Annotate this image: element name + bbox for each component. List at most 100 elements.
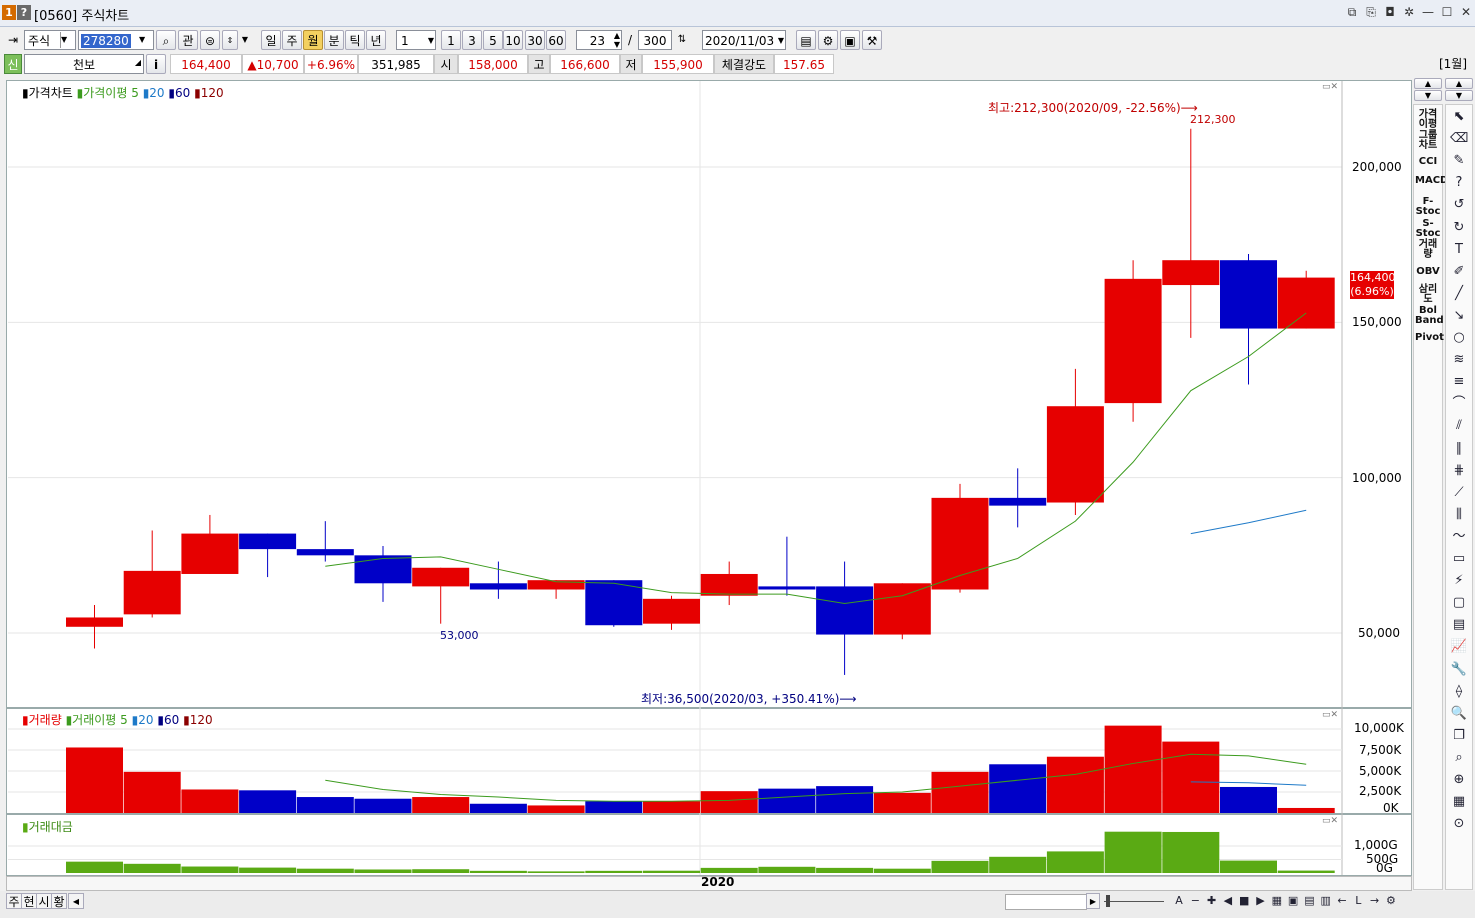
wave-icon[interactable]: 〜 [1450, 528, 1468, 546]
pane-controls-icon[interactable]: ▭✕ [1322, 710, 1338, 720]
indicator-macd[interactable]: MACD [1415, 176, 1448, 186]
indicator-f-stoc[interactable]: F-Stoc [1415, 197, 1441, 217]
stop-icon[interactable]: ■ [1235, 892, 1253, 910]
split-icon[interactable]: ⟠ [1450, 683, 1468, 701]
legend-ma5[interactable]: 5 [131, 86, 139, 100]
save-icon[interactable]: ▣ [1284, 892, 1302, 910]
legend-vma120[interactable]: 120 [190, 713, 213, 727]
frame-icon[interactable]: ▢ [1450, 594, 1468, 612]
tab-status[interactable]: 황 [51, 893, 67, 909]
amount-bar [527, 871, 585, 873]
legend-amount[interactable]: 거래대금 [29, 820, 73, 834]
volume-y-tick: 10,000K [1354, 721, 1404, 735]
indicator-bollinger[interactable]: Bol Band [1415, 306, 1444, 326]
y-tick: 150,000 [1352, 315, 1402, 329]
gann-icon[interactable]: ⋕ [1450, 462, 1468, 480]
zoom-out-icon[interactable]: − [1186, 892, 1204, 910]
zoom-icon[interactable]: 🔍 [1450, 705, 1468, 723]
legend-vma5[interactable]: 5 [120, 713, 128, 727]
legend-volume[interactable]: 거래량 [29, 713, 62, 727]
back-icon[interactable]: ← [1333, 892, 1351, 910]
scroll-left-icon[interactable]: ◀ [68, 893, 84, 909]
equal-line-icon[interactable]: ≡ [1450, 373, 1468, 391]
excel-icon[interactable]: ▦ [1268, 892, 1286, 910]
pen-icon[interactable]: ✐ [1450, 263, 1468, 281]
candle-up [412, 567, 470, 587]
undo-icon[interactable]: ↺ [1450, 196, 1468, 214]
volume-bar [354, 798, 412, 813]
search-icon[interactable]: ⊕ [1450, 771, 1468, 789]
zoom-slider[interactable] [1104, 893, 1164, 909]
zoom-in-icon[interactable]: ✚ [1203, 892, 1221, 910]
scroll-up-button[interactable]: ▲ ▼ [1414, 78, 1442, 102]
tab-market[interactable]: 시 [36, 893, 52, 909]
legend-vma60[interactable]: 60 [164, 713, 179, 727]
cursor-icon[interactable]: ⬉ [1450, 108, 1468, 126]
volume-bar [989, 764, 1047, 813]
layout-icon[interactable]: ▥ [1317, 892, 1335, 910]
tab-current[interactable]: 현 [21, 893, 37, 909]
volume-y-tick: 0K [1383, 801, 1399, 815]
chevron-down-icon[interactable]: ▼ [1414, 90, 1442, 101]
ray-icon[interactable]: ↘ [1450, 307, 1468, 325]
scroll-buttons-right[interactable]: ▲ ▼ [1445, 78, 1473, 102]
parallel-icon[interactable]: ∥ [1450, 440, 1468, 458]
speed-line-icon[interactable]: ⫼ [1450, 506, 1468, 524]
indicator-pivot[interactable]: Pivot [1415, 333, 1444, 343]
fan-icon[interactable]: ⟋ [1450, 484, 1468, 502]
scroll-right-icon[interactable]: ▶ [1086, 893, 1100, 909]
arc-icon[interactable]: ⌒ [1450, 395, 1468, 413]
legend-price-ma[interactable]: 가격이평 [83, 86, 127, 100]
config-icon[interactable]: ⚙ [1382, 892, 1400, 910]
pane-controls-icon[interactable]: ▭✕ [1322, 82, 1338, 92]
text-tool-icon[interactable]: T [1450, 241, 1468, 259]
indicator-obv[interactable]: OBV [1415, 267, 1441, 277]
legend-ma20[interactable]: 20 [149, 86, 164, 100]
target-icon[interactable]: ⊙ [1450, 815, 1468, 833]
channel-icon[interactable]: ⫽ [1450, 417, 1468, 435]
tab-weekly[interactable]: 주 [6, 893, 22, 909]
help-icon[interactable]: ? [1450, 174, 1468, 192]
chart-canvas[interactable] [0, 0, 1475, 918]
chevron-up-icon[interactable]: ▲ [1414, 78, 1442, 89]
note-icon[interactable]: ▤ [1450, 616, 1468, 634]
redo-icon[interactable]: ↻ [1450, 219, 1468, 237]
chart-type-icon[interactable]: ▤ [1300, 892, 1318, 910]
y-tick: 50,000 [1358, 626, 1400, 640]
legend-ma120[interactable]: 120 [201, 86, 224, 100]
indicator-cci[interactable]: CCI [1415, 157, 1441, 167]
auto-icon[interactable]: ⚡ [1450, 572, 1468, 590]
magnify-icon[interactable]: ⌕ [1450, 749, 1468, 767]
indicator-psych[interactable]: 삼리도 [1415, 285, 1441, 305]
legend-volume-ma[interactable]: 거래이평 [72, 713, 116, 727]
prev-icon[interactable]: ◀ [1219, 892, 1237, 910]
indicator-volume[interactable]: 거래량 [1415, 240, 1441, 260]
candle-up [123, 570, 181, 615]
stat-icon[interactable]: 📈 [1450, 638, 1468, 656]
delete-all-icon[interactable]: ✎ [1450, 152, 1468, 170]
legend-vma20[interactable]: 20 [138, 713, 153, 727]
chevron-down-icon[interactable]: ▼ [1445, 90, 1473, 101]
amount-bar [1046, 851, 1104, 873]
zoom-slider-handle[interactable] [1106, 895, 1110, 907]
eraser-icon[interactable]: ⌫ [1450, 130, 1468, 148]
legend-price-chart[interactable]: 가격차트 [29, 86, 73, 100]
box-icon[interactable]: ▭ [1450, 550, 1468, 568]
trendline-icon[interactable]: ╱ [1450, 285, 1468, 303]
wrench-icon[interactable]: 🔧 [1450, 661, 1468, 679]
copy-icon[interactable]: ❐ [1450, 727, 1468, 745]
indicator-price-ma[interactable]: 가격이평 [1415, 110, 1441, 130]
circle-icon[interactable]: ○ [1450, 329, 1468, 347]
legend-ma60[interactable]: 60 [175, 86, 190, 100]
horizontal-scrollbar[interactable] [1005, 894, 1087, 910]
next-icon[interactable]: ▶ [1252, 892, 1270, 910]
pane-controls-icon[interactable]: ▭✕ [1322, 816, 1338, 826]
indicator-s-stoc[interactable]: S-Stoc [1415, 219, 1441, 239]
font-size-icon[interactable]: A [1170, 892, 1188, 910]
indicator-group-chart[interactable]: 그룹차트 [1415, 131, 1441, 151]
logscale-icon[interactable]: L [1349, 892, 1367, 910]
fibonacci-icon[interactable]: ≋ [1450, 351, 1468, 369]
chevron-up-icon[interactable]: ▲ [1445, 78, 1473, 89]
forward-icon[interactable]: → [1366, 892, 1384, 910]
screen-icon[interactable]: ▦ [1450, 793, 1468, 811]
